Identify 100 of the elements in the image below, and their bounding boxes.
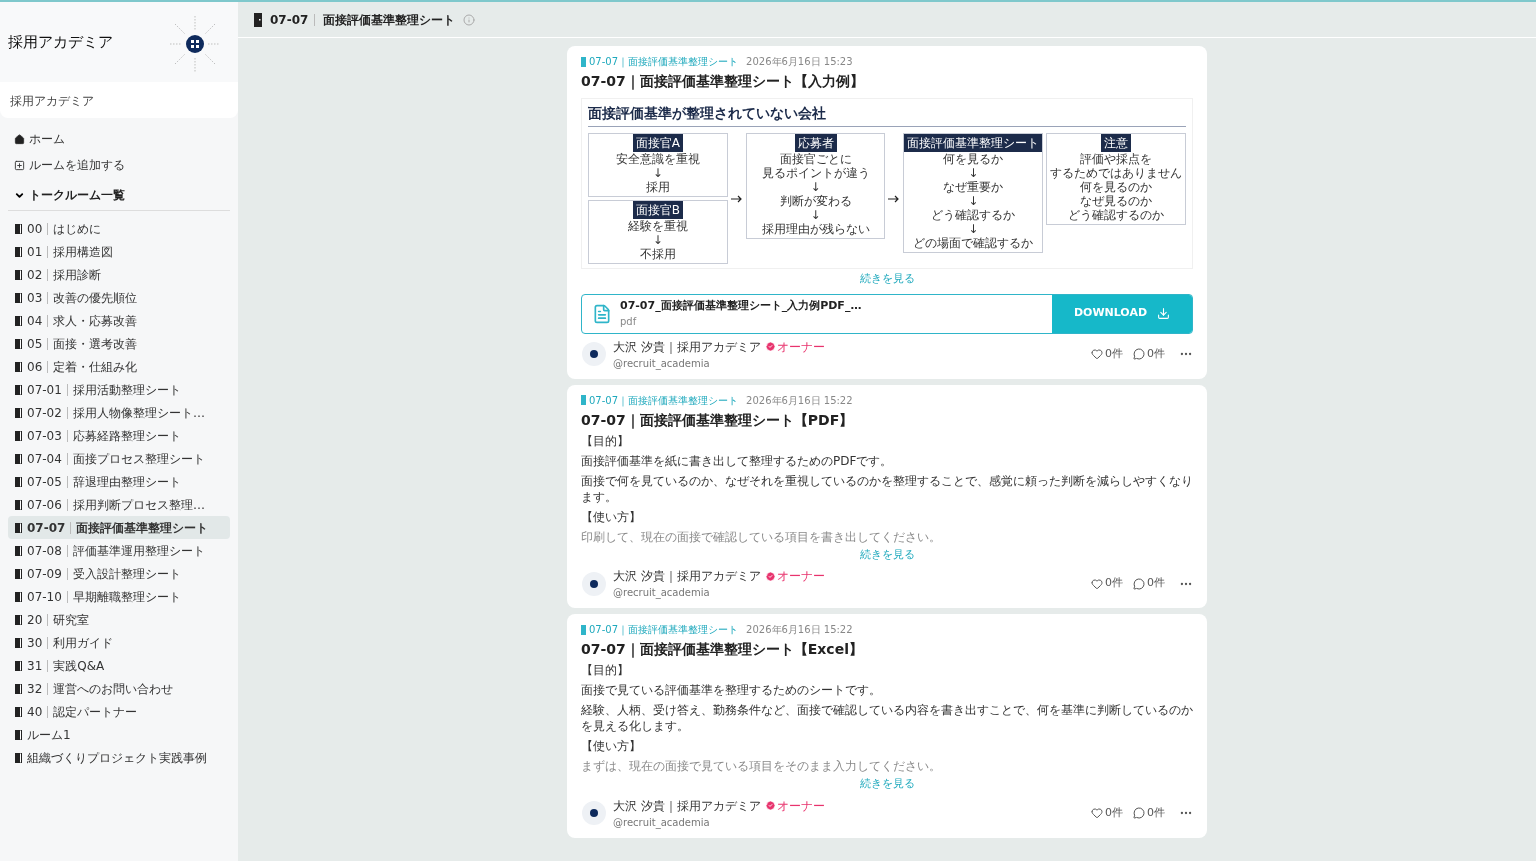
- owner-badge: オーナー: [764, 337, 825, 356]
- room-item[interactable]: 20 研究室: [8, 608, 230, 631]
- book-icon: [15, 499, 22, 510]
- post-title: 07-07｜面接評価基準整理シート【Excel】: [581, 640, 864, 660]
- post-title: 07-07｜面接評価基準整理シート【入力例】: [581, 72, 865, 92]
- book-icon: [15, 752, 22, 763]
- room-item[interactable]: ルーム1: [8, 723, 230, 746]
- document-heading: 面接評価基準が整理されていない会社: [588, 103, 1186, 127]
- room-item[interactable]: 07-07 面接評価基準整理シート: [8, 516, 230, 539]
- heart-icon: [1091, 807, 1103, 819]
- author-name: 大沢 汐貴｜採用アカデミア: [613, 797, 761, 815]
- book-icon: [15, 683, 22, 694]
- room-item[interactable]: 07-04 面接プロセス整理シート: [8, 447, 230, 470]
- room-item[interactable]: 03 改善の優先順位: [8, 286, 230, 309]
- post-paragraph: 面接評価基準を紙に書き出して整理するためのPDFです。: [581, 452, 894, 469]
- room-item[interactable]: 07-03 応募経路整理シート: [8, 424, 230, 447]
- comment-icon: [1133, 348, 1145, 360]
- book-icon: [15, 568, 22, 579]
- home-icon: [14, 133, 25, 145]
- community-name: 採用アカデミア: [10, 94, 94, 108]
- owner-badge: オーナー: [764, 567, 825, 585]
- post-title: 07-07｜面接評価基準整理シート【PDF】: [581, 410, 855, 431]
- room-item[interactable]: 07-09 受入設計整理シート: [8, 562, 230, 585]
- book-icon: [15, 338, 22, 349]
- book-icon: [15, 384, 22, 395]
- room-item[interactable]: 00 はじめに: [8, 217, 230, 240]
- diagram-text: 何を見るか: [943, 152, 1004, 166]
- post-paragraph: 面接で見ている評価基準を整理するためのシートです。: [581, 682, 882, 698]
- like-button[interactable]: 0件: [1091, 804, 1123, 822]
- post-paragraph: 【使い方】: [581, 738, 642, 754]
- diagram-text: するためではありません: [1050, 166, 1183, 180]
- file-type: pdf: [620, 315, 638, 330]
- room-item[interactable]: 07-10 早期離職整理シート: [8, 585, 230, 608]
- diagram-tag: 面接官A: [632, 134, 683, 152]
- comment-button[interactable]: 0件: [1133, 575, 1165, 592]
- comment-button[interactable]: 0件: [1133, 804, 1165, 822]
- diagram-text: ↓: [652, 166, 663, 180]
- room-item[interactable]: 01 採用構造図: [8, 240, 230, 263]
- diagram-text: ↓: [968, 194, 979, 208]
- room-item[interactable]: 組織づくりプロジェクト実践事例: [8, 746, 230, 769]
- room-item[interactable]: 07-06 採用判断プロセス整理…: [8, 493, 230, 516]
- book-icon: [15, 269, 22, 280]
- comment-button[interactable]: 0件: [1133, 345, 1165, 363]
- diagram-text: 不採用: [639, 247, 676, 261]
- post-paragraph: 【目的】: [581, 662, 630, 678]
- book-icon: [15, 292, 22, 303]
- room-item[interactable]: 06 定着・仕組み化: [8, 355, 230, 378]
- room-item[interactable]: 40 認定パートナー: [8, 700, 230, 723]
- book-icon: [15, 706, 22, 717]
- diagram-text: ↓: [810, 208, 821, 222]
- diagram-text: ↓: [968, 222, 979, 236]
- room-item[interactable]: 31 実践Q&A: [8, 654, 230, 677]
- book-icon: [15, 591, 22, 602]
- file-name: 07-07_面接評価基準整理シート_入力例PDF_…: [620, 297, 862, 314]
- diagram-tag: 応募者: [794, 134, 837, 152]
- room-item[interactable]: 07-08 評価基準運用整理シート: [8, 539, 230, 562]
- heart-icon: [1091, 577, 1103, 590]
- diagram-text: どう確認するか: [931, 208, 1016, 222]
- room-item[interactable]: 32 運営へのお問い合わせ: [8, 677, 230, 700]
- diagram-text: なぜ見るのか: [1080, 194, 1153, 208]
- download-icon: [1157, 307, 1171, 320]
- post-date: 2026年6月16日 15:22: [746, 393, 853, 408]
- book-icon: [15, 315, 22, 326]
- room-item[interactable]: 07-05 辞退理由整理シート: [8, 470, 230, 493]
- book-icon: [15, 223, 22, 234]
- diagram-text: 安全意識を重視: [615, 152, 700, 166]
- book-icon: [15, 430, 22, 441]
- nav-link[interactable]: ホーム: [14, 130, 224, 148]
- diagram-text: 見るポイントが違う: [761, 166, 870, 180]
- book-icon: [15, 361, 22, 372]
- diagram-text: ↓: [810, 180, 821, 194]
- page-code: 07-07: [270, 13, 316, 26]
- author-name: 大沢 汐貴｜採用アカデミア: [613, 568, 761, 585]
- faded-paragraph: 印刷して、現在の面接で確認している項目を書き出してください。: [581, 528, 942, 545]
- diagram-tag: 面接官B: [632, 201, 683, 219]
- avatar-icon: [581, 570, 607, 597]
- room-item[interactable]: 04 求人・応募改善: [8, 309, 230, 332]
- book-icon: [15, 453, 22, 464]
- author-handle: @recruit_academia: [613, 586, 711, 600]
- diagram-text: 経験を重視: [627, 219, 688, 233]
- door-icon: [254, 12, 262, 27]
- diagram-text: 判断が変わる: [779, 194, 852, 208]
- book-icon: [15, 545, 22, 556]
- book-icon: [15, 246, 22, 257]
- room-item[interactable]: 05 面接・選考改善: [8, 332, 230, 355]
- nav-link[interactable]: ルームを追加する: [14, 156, 224, 174]
- diagram-text: なぜ重要か: [943, 180, 1004, 194]
- room-item[interactable]: 07-01 採用活動整理シート: [8, 378, 230, 401]
- room-item[interactable]: 07-02 採用人物像整理シート…: [8, 401, 230, 424]
- diagram-tag: 注意: [1101, 134, 1132, 152]
- post-date: 2026年6月16日 15:23: [746, 55, 853, 69]
- like-button[interactable]: 0件: [1091, 345, 1123, 363]
- room-item[interactable]: 30 利用ガイド: [8, 631, 230, 654]
- post-paragraph: 【目的】: [581, 432, 630, 449]
- room-item[interactable]: 02 採用診断: [8, 263, 230, 286]
- like-button[interactable]: 0件: [1091, 575, 1123, 592]
- diagram-text: 面接官ごとに: [779, 152, 852, 166]
- book-icon: [15, 660, 22, 671]
- heart-icon: [1091, 348, 1103, 360]
- arrow-icon: [888, 194, 901, 203]
